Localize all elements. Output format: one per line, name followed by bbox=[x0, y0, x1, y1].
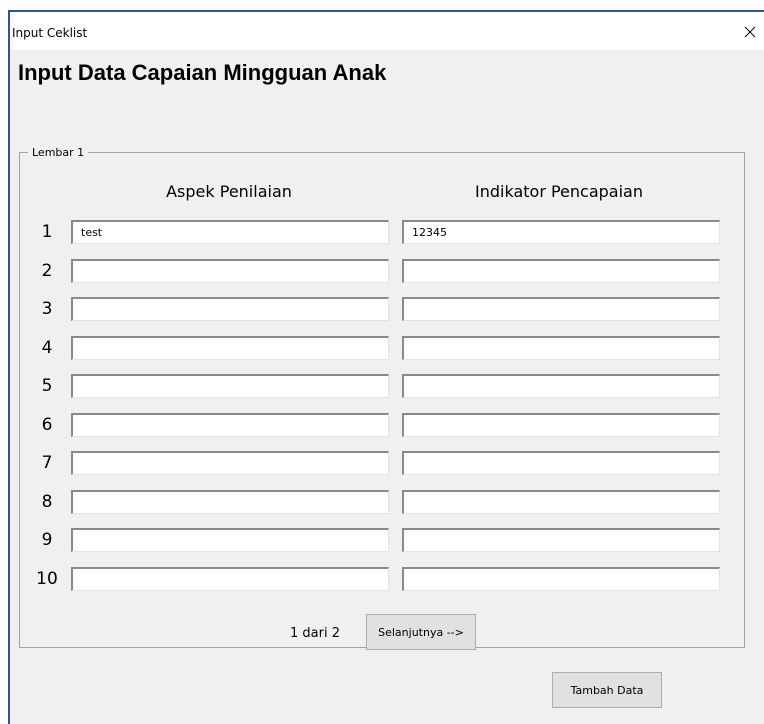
row-number: 8 bbox=[41, 492, 53, 512]
close-button[interactable] bbox=[736, 18, 764, 46]
indikator-input[interactable] bbox=[402, 413, 720, 437]
row-number: 10 bbox=[36, 569, 58, 589]
row-number: 2 bbox=[41, 261, 53, 281]
indikator-input[interactable] bbox=[402, 374, 720, 398]
aspek-input[interactable] bbox=[71, 567, 389, 591]
indikator-input[interactable] bbox=[402, 528, 720, 552]
frame-legend: Lembar 1 bbox=[28, 146, 89, 159]
close-icon bbox=[744, 26, 756, 38]
row-number: 4 bbox=[41, 338, 53, 358]
row-number: 1 bbox=[41, 222, 53, 242]
add-data-button[interactable]: Tambah Data bbox=[552, 672, 662, 708]
row-number: 6 bbox=[41, 415, 53, 435]
row-number: 3 bbox=[41, 299, 53, 319]
window-title: Input Ceklist bbox=[12, 26, 88, 40]
indikator-input[interactable] bbox=[402, 490, 720, 514]
aspek-input[interactable] bbox=[71, 336, 389, 360]
indikator-input[interactable] bbox=[402, 259, 720, 283]
aspek-input[interactable] bbox=[71, 451, 389, 475]
row-number: 5 bbox=[41, 376, 53, 396]
next-page-button[interactable]: Selanjutnya --> bbox=[366, 614, 476, 650]
aspek-input[interactable]: test bbox=[71, 220, 389, 244]
indikator-input[interactable] bbox=[402, 336, 720, 360]
indikator-input[interactable] bbox=[402, 567, 720, 591]
column-header-aspek: Aspek Penilaian bbox=[166, 182, 292, 201]
aspek-input[interactable] bbox=[71, 374, 389, 398]
aspek-input[interactable] bbox=[71, 413, 389, 437]
row-number: 9 bbox=[41, 530, 53, 550]
page-title: Input Data Capaian Mingguan Anak bbox=[18, 60, 387, 85]
indikator-input[interactable]: 12345 bbox=[402, 220, 720, 244]
aspek-input[interactable] bbox=[71, 297, 389, 321]
row-number: 7 bbox=[41, 453, 53, 473]
column-header-indikator: Indikator Pencapaian bbox=[475, 182, 643, 201]
indikator-input[interactable] bbox=[402, 297, 720, 321]
aspek-input[interactable] bbox=[71, 490, 389, 514]
title-bar: Input Ceklist bbox=[10, 12, 764, 50]
indikator-input[interactable] bbox=[402, 451, 720, 475]
aspek-input[interactable] bbox=[71, 528, 389, 552]
aspek-input[interactable] bbox=[71, 259, 389, 283]
page-indicator: 1 dari 2 bbox=[290, 626, 340, 641]
